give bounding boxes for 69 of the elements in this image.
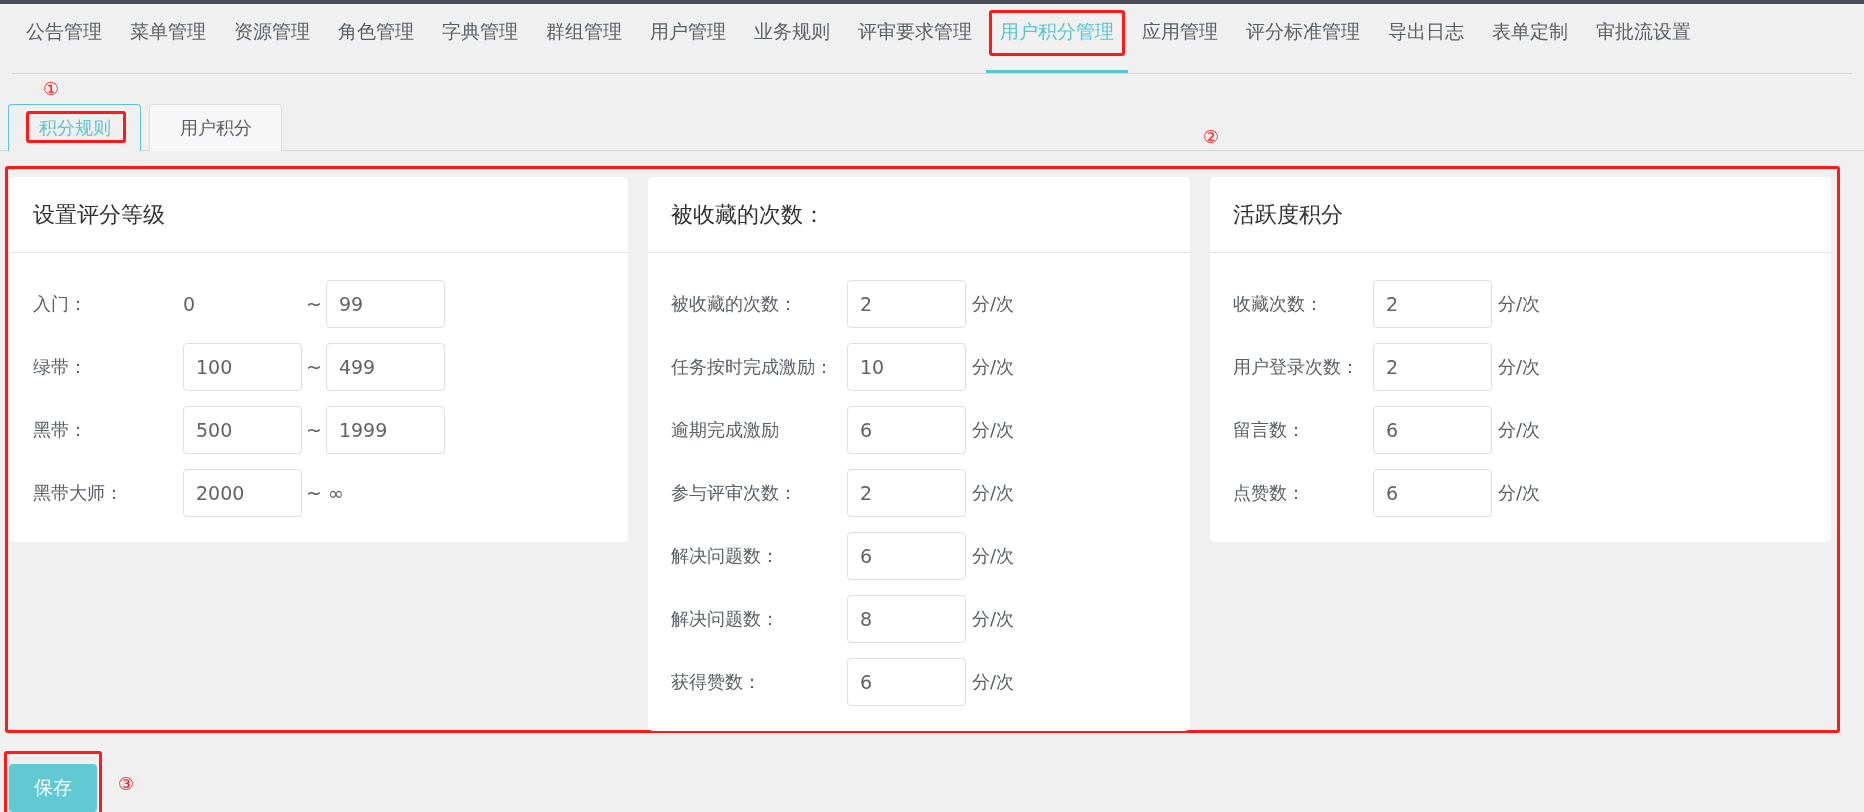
callout-number: ③ xyxy=(118,773,135,796)
field-label: 解决问题数： xyxy=(671,607,780,631)
nav-tab[interactable]: 审批流设置 xyxy=(1582,7,1705,73)
card-title: 被收藏的次数： xyxy=(671,200,825,229)
unit-label: 分/次 xyxy=(972,355,1015,379)
points-input[interactable]: 6 xyxy=(1373,406,1492,454)
unit-label: 分/次 xyxy=(1498,481,1541,505)
unit-label: 分/次 xyxy=(1498,292,1541,316)
points-input[interactable]: 6 xyxy=(847,406,966,454)
field-label: 点赞数： xyxy=(1233,481,1306,505)
points-input[interactable]: 2 xyxy=(1373,280,1492,328)
unit-label: 分/次 xyxy=(972,418,1015,442)
unit-label: 分/次 xyxy=(1498,355,1541,379)
field-label: 用户登录次数： xyxy=(1233,355,1359,379)
points-input[interactable]: 6 xyxy=(847,658,966,706)
points-input[interactable]: 2 xyxy=(847,469,966,517)
card-title: 设置评分等级 xyxy=(33,200,165,229)
field-label: 入门： xyxy=(33,292,88,316)
field-label: 参与评审次数： xyxy=(671,481,798,505)
nav-tab[interactable]: 菜单管理 xyxy=(116,7,220,73)
unit-label: 分/次 xyxy=(1498,418,1541,442)
nav-tab[interactable]: 导出日志 xyxy=(1374,7,1478,73)
field-label: 绿带： xyxy=(33,355,88,379)
points-input[interactable]: 10 xyxy=(847,343,966,391)
field-label: 解决问题数： xyxy=(671,544,780,568)
nav-tab[interactable]: 评分标准管理 xyxy=(1232,7,1374,73)
callout-number: ① xyxy=(43,78,60,99)
range-separator: ~ xyxy=(305,419,323,441)
score-input[interactable]: 99 xyxy=(325,280,445,328)
range-separator: ~ ∞ xyxy=(305,482,345,504)
score-value: 0 xyxy=(183,293,197,315)
field-label: 黑带： xyxy=(33,418,88,442)
field-label: 被收藏的次数： xyxy=(671,292,798,316)
callout-number: ② xyxy=(1203,126,1220,147)
nav-tab[interactable]: 评审要求管理 xyxy=(844,7,986,73)
field-label: 黑带大师： xyxy=(33,481,124,505)
score-input[interactable]: 100 xyxy=(183,343,302,391)
range-separator: ~ xyxy=(305,356,323,378)
points-input[interactable]: 8 xyxy=(847,595,966,643)
nav-tab[interactable]: 用户管理 xyxy=(636,7,740,73)
unit-label: 分/次 xyxy=(972,544,1015,568)
nav-tab[interactable]: 公告管理 xyxy=(12,7,116,73)
unit-label: 分/次 xyxy=(972,607,1015,631)
unit-label: 分/次 xyxy=(972,670,1015,694)
unit-label: 分/次 xyxy=(972,481,1015,505)
points-input[interactable]: 2 xyxy=(1373,343,1492,391)
field-label: 任务按时完成激励： xyxy=(671,355,833,379)
score-input[interactable]: 499 xyxy=(325,343,445,391)
nav-tab[interactable]: 角色管理 xyxy=(324,7,428,73)
score-input[interactable]: 2000 xyxy=(183,469,302,517)
nav-tab[interactable]: 资源管理 xyxy=(220,7,324,73)
points-input[interactable]: 2 xyxy=(847,280,966,328)
field-label: 留言数： xyxy=(1233,418,1306,442)
field-label: 收藏次数： xyxy=(1233,292,1324,316)
tab[interactable]: 用户积分 xyxy=(149,104,282,151)
score-input[interactable]: 1999 xyxy=(325,406,445,454)
field-label: 逾期完成激励 xyxy=(671,418,780,442)
range-separator: ~ xyxy=(305,293,323,315)
unit-label: 分/次 xyxy=(972,292,1015,316)
nav-tab[interactable]: 字典管理 xyxy=(428,7,532,73)
points-input[interactable]: 6 xyxy=(847,532,966,580)
field-label: 获得赞数： xyxy=(671,670,762,694)
nav-tab[interactable]: 业务规则 xyxy=(740,7,844,73)
score-input[interactable]: 500 xyxy=(183,406,302,454)
card-title: 活跃度积分 xyxy=(1233,200,1343,229)
nav-tab[interactable]: 表单定制 xyxy=(1478,7,1582,73)
points-input[interactable]: 6 xyxy=(1373,469,1492,517)
nav-tab[interactable]: 群组管理 xyxy=(532,7,636,73)
nav-tab[interactable]: 应用管理 xyxy=(1128,7,1232,73)
